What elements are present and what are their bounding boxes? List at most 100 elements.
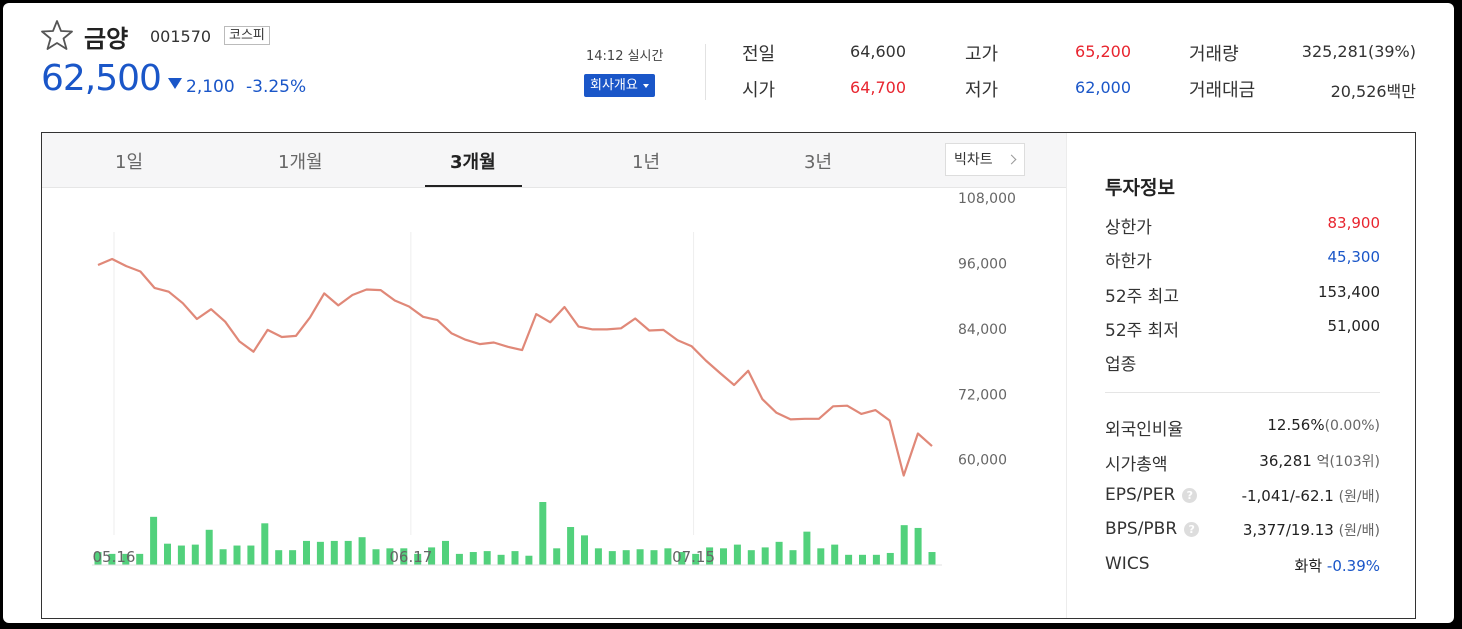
market-cap-unit: 억 (1316, 454, 1330, 470)
favorite-star-icon[interactable] (40, 18, 74, 52)
volume-bar (831, 544, 839, 565)
volume-bar (289, 550, 297, 565)
volume-bar (567, 527, 575, 565)
volume-bar (164, 543, 171, 565)
volume-bar (177, 545, 185, 565)
volume-bar (219, 549, 227, 565)
low52-label: 52주 최저 (1105, 321, 1179, 341)
price-change: 2,100 (186, 77, 235, 97)
upper-limit-row: 상한가 83,900 (1105, 213, 1381, 238)
volume-bar (622, 550, 630, 565)
period-tabs: 1일 1개월 3개월 1년 3년 빅차트 (42, 133, 1066, 188)
industry-row: 업종 (1105, 350, 1380, 375)
eps-per-unit: (원/배) (1338, 489, 1380, 505)
lower-limit-label: 하한가 (1105, 252, 1152, 272)
volume-bar (469, 552, 477, 565)
tab-1day[interactable]: 1일 (115, 148, 143, 174)
big-chart-button[interactable]: 빅차트 (945, 143, 1025, 176)
volume-bar (191, 544, 199, 565)
upper-limit-value: 83,900 (1327, 214, 1381, 232)
volume-bar (372, 549, 380, 565)
amount-value: 20,526백만 (1330, 82, 1416, 101)
low52-row: 52주 최저 51,000 (1105, 316, 1381, 341)
high-label: 고가 (965, 44, 999, 65)
volume-bar (442, 540, 449, 565)
high52-row: 52주 최고 153,400 (1105, 282, 1380, 307)
help-icon[interactable]: ? (1182, 488, 1198, 503)
volume-bar (720, 548, 727, 565)
divider (705, 44, 706, 100)
volume-bar (594, 548, 602, 565)
volume-bar (845, 554, 853, 565)
x-tick-label: 05.16 (93, 548, 136, 566)
y-tick-label: 96,000 (958, 256, 1007, 272)
volume-bar (344, 540, 352, 565)
investment-info-panel: 투자정보 상한가 83,900 하한가 45,300 52주 최고 153,40… (1066, 133, 1416, 618)
volume-bar (803, 531, 811, 565)
info-divider (1105, 392, 1380, 393)
volume-bar (817, 548, 825, 565)
price-change-percent: -3.25% (246, 77, 307, 97)
volume-bar (872, 554, 880, 565)
lower-limit-row: 하한가 45,300 (1105, 247, 1381, 272)
company-overview-button[interactable]: 회사개요 (584, 74, 655, 97)
volume-bar (539, 502, 547, 565)
eps-per-value: -1,041/-62.1 (1241, 487, 1334, 505)
volume-bar (914, 527, 922, 565)
volume-bar (664, 548, 672, 565)
market-badge: 코스피 (224, 26, 270, 45)
market-cap-label: 시가총액 (1105, 455, 1168, 475)
volume-bar (483, 551, 491, 565)
stock-widget: 금양 001570 코스피 62,500 2,100 -3.25% 14:12 … (3, 3, 1454, 623)
volume-bar (455, 553, 463, 565)
wics-label: WICS (1105, 554, 1150, 574)
wics-change: -0.39% (1326, 557, 1380, 575)
upper-limit-label: 상한가 (1105, 218, 1152, 238)
market-cap-value: 36,281 (1259, 452, 1312, 470)
stock-name: 금양 (84, 25, 129, 53)
bps-pbr-label: BPS/PBR (1105, 519, 1178, 539)
volume-bar (511, 551, 519, 565)
volume-label: 거래량 (1189, 44, 1239, 65)
volume-bar (928, 552, 936, 565)
chevron-right-icon (1006, 154, 1017, 165)
prev-close-label: 전일 (742, 44, 776, 65)
amount-label: 거래대금 (1189, 80, 1256, 101)
low-label: 저가 (965, 80, 999, 101)
lower-limit-value: 45,300 (1327, 248, 1381, 266)
volume-bar (205, 529, 213, 565)
market-cap-row: 시가총액 36,281 억(103위) (1105, 450, 1380, 475)
open-label: 시가 (742, 80, 776, 101)
y-tick-label: 72,000 (958, 387, 1007, 403)
volume-bar (525, 555, 533, 565)
y-tick-label: 60,000 (958, 453, 1007, 469)
bps-pbr-value: 3,377/19.13 (1242, 521, 1334, 539)
wics-row: WICS 화학 -0.39% (1105, 554, 1380, 576)
help-icon[interactable]: ? (1184, 522, 1200, 537)
x-tick-label: 07.15 (672, 548, 715, 566)
tab-1month[interactable]: 1개월 (278, 148, 323, 174)
low-value: 62,000 (1075, 78, 1131, 97)
volume-bar (886, 552, 894, 565)
stock-code: 001570 (150, 27, 212, 46)
eps-per-row: EPS/PER? -1,041/-62.1 (원/배) (1105, 485, 1380, 507)
volume-bar (275, 550, 283, 565)
volume-bar (747, 550, 755, 565)
tab-3year[interactable]: 3년 (804, 148, 832, 174)
volume-bar (358, 537, 366, 565)
volume-value: 325,281(39%) (1301, 42, 1416, 61)
bps-pbr-unit: (원/배) (1338, 523, 1380, 539)
caret-down-icon (642, 83, 649, 88)
volume-bar (136, 553, 144, 565)
tab-3month[interactable]: 3개월 (450, 148, 496, 174)
current-price: 62,500 (41, 58, 162, 99)
foreign-ratio-label: 외국인비율 (1105, 420, 1184, 440)
high-value: 65,200 (1075, 42, 1131, 61)
high52-label: 52주 최고 (1105, 287, 1179, 307)
volume-bar (900, 525, 908, 565)
volume-bar (303, 540, 310, 565)
low52-value: 51,000 (1327, 317, 1381, 335)
volume-bar (497, 554, 505, 565)
tab-1year[interactable]: 1년 (632, 148, 660, 174)
volume-bar (761, 547, 769, 565)
